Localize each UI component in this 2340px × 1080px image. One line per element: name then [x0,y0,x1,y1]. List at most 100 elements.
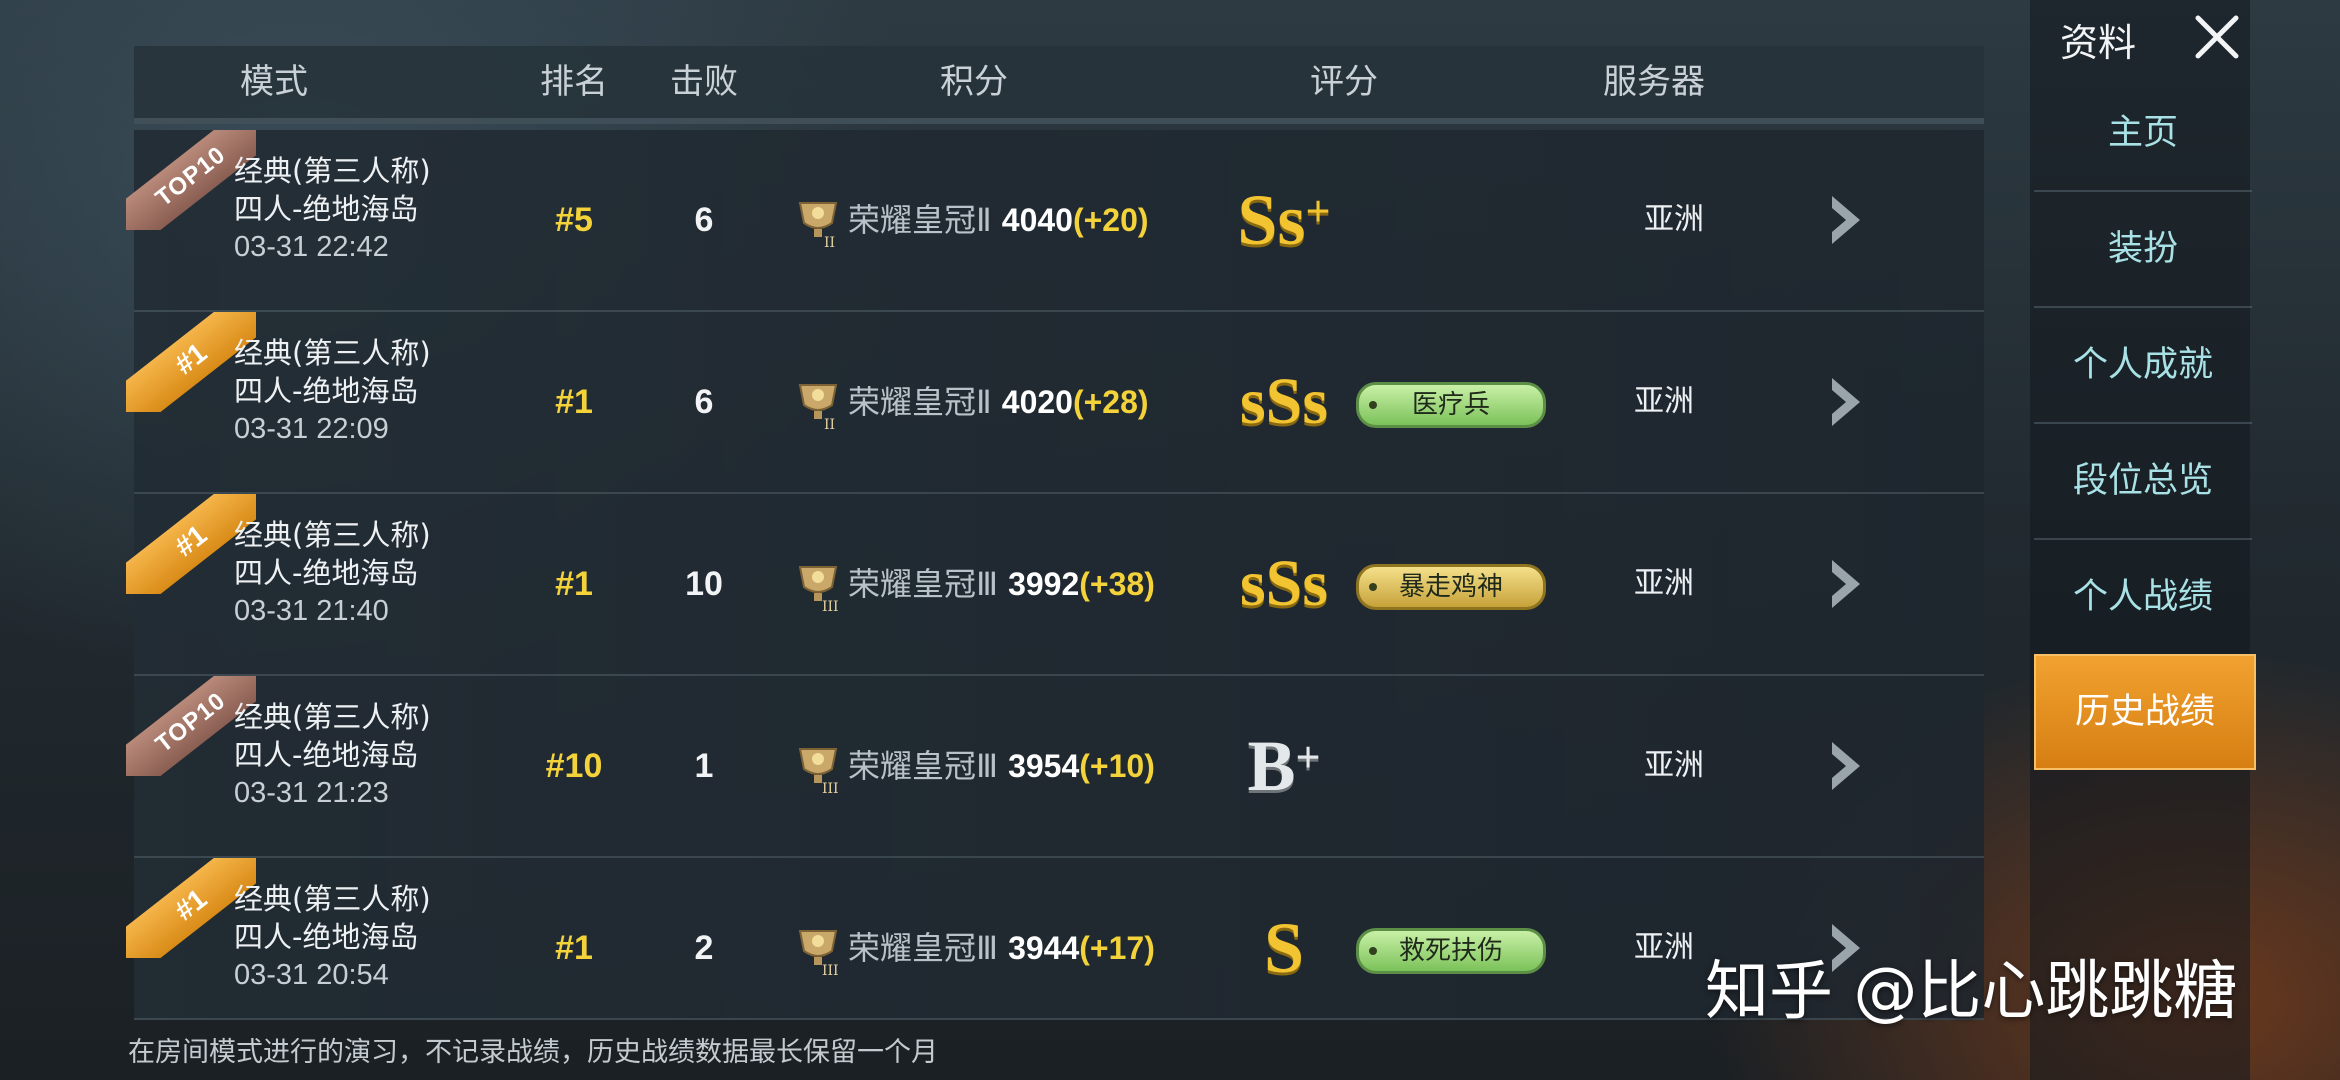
chevron-right-icon[interactable] [1814,372,1874,432]
header-kills: 击败 [670,62,738,102]
points: 3954 [1008,748,1080,784]
chevron-right-icon[interactable] [1814,190,1874,250]
points: 4020 [1001,384,1073,420]
match-score: II 荣耀皇冠Ⅱ 4020(+28) [794,312,1149,492]
badge-dot-icon [1369,583,1377,591]
match-kills: 10 [685,565,723,603]
tier-name: 荣耀皇冠Ⅱ [848,383,992,421]
grade-rating: B+ [1247,726,1321,806]
crown-trophy-icon: III [798,930,839,977]
svg-text:II: II [824,417,835,431]
svg-text:III: III [822,781,839,795]
sidebar-item-match-history[interactable]: 历史战绩 [2034,654,2256,770]
points-delta: (+20) [1072,202,1149,238]
match-rank: #1 [555,383,593,421]
sidebar-item-outfit[interactable]: 装扮 [2034,192,2252,308]
mode-perspective: 经典(第三人称) [234,336,431,370]
server-region: 亚洲 [1634,566,1694,601]
match-score: II 荣耀皇冠Ⅱ 4040(+20) [794,130,1149,310]
mode-perspective: 经典(第三人称) [234,700,431,734]
mode-perspective: 经典(第三人称) [234,154,431,188]
svg-text:III: III [822,599,839,613]
match-score: III 荣耀皇冠Ⅲ 3954(+10) [794,676,1155,856]
sidebar-item-home[interactable]: 主页 [2034,76,2252,192]
match-row[interactable]: TOP10 经典(第三人称) 四人-绝地海岛 03-31 21:23 #10 1… [126,676,1984,858]
chevron-right-icon[interactable] [1814,554,1874,614]
header-score: 积分 [940,62,1008,102]
match-mode: 经典(第三人称) 四人-绝地海岛 03-31 21:40 [234,516,431,630]
history-retention-note: 在房间模式进行的演习，不记录战绩，历史战绩数据最长保留一个月 [128,1037,938,1068]
server-region: 亚洲 [1634,384,1694,419]
match-row[interactable]: #1 经典(第三人称) 四人-绝地海岛 03-31 21:40 #1 10 II… [126,494,1984,676]
match-kills: 6 [694,201,714,239]
crown-trophy-icon: II [798,384,838,431]
match-kills: 2 [694,929,714,967]
match-mode: 经典(第三人称) 四人-绝地海岛 03-31 21:23 [234,698,431,812]
mode-map: 四人-绝地海岛 [234,556,419,590]
badge-dot-icon [1369,401,1377,409]
mode-map: 四人-绝地海岛 [234,920,419,954]
mode-perspective: 经典(第三人称) [234,882,431,916]
match-row[interactable]: TOP10 经典(第三人称) 四人-绝地海岛 03-31 22:42 #5 6 … [126,130,1984,312]
mode-map: 四人-绝地海岛 [234,192,419,226]
sidebar-item-achievements[interactable]: 个人成就 [2034,308,2252,424]
achievement-badge: 医疗兵 [1356,382,1546,428]
match-mode: 经典(第三人称) 四人-绝地海岛 03-31 20:54 [234,880,431,994]
header-rank: 排名 [540,62,608,102]
header-mode: 模式 [240,62,308,102]
chevron-right-icon[interactable] [1814,736,1874,796]
points-delta: (+28) [1072,384,1149,420]
match-kills: 1 [694,747,714,785]
table-header: 模式 排名 击败 积分 评分 服务器 [134,46,1984,124]
match-rank: #1 [555,565,593,603]
crown-trophy-icon: II [798,202,838,249]
badge-dot-icon [1369,947,1377,955]
zhihu-watermark: 知乎 @比心跳跳糖 [1705,955,2238,1029]
tier-name: 荣耀皇冠Ⅱ [848,201,992,239]
match-rank: #1 [555,929,593,967]
tier-name: 荣耀皇冠Ⅲ [848,565,999,603]
grade-rating: Ss+ [1237,180,1331,260]
achievement-badge: 救死扶伤 [1356,928,1546,974]
server-region: 亚洲 [1644,748,1704,783]
match-time: 03-31 21:40 [234,595,389,627]
match-row[interactable]: #1 经典(第三人称) 四人-绝地海岛 03-31 22:09 #1 6 II 荣… [126,312,1984,494]
sidebar-item-tier-overview[interactable]: 段位总览 [2034,424,2252,540]
match-score: III 荣耀皇冠Ⅲ 3992(+38) [794,494,1155,674]
tier-name: 荣耀皇冠Ⅲ [848,747,999,785]
crown-trophy-icon: III [798,566,839,613]
points-delta: (+10) [1079,748,1155,784]
tier-name: 荣耀皇冠Ⅲ [848,929,999,967]
match-score: III 荣耀皇冠Ⅲ 3944(+17) [794,858,1155,1038]
grade-rating: S [1263,908,1305,988]
server-region: 亚洲 [1644,202,1704,237]
achievement-badge: 暴走鸡神 [1356,564,1546,610]
match-time: 03-31 22:09 [234,413,389,445]
mode-perspective: 经典(第三人称) [234,518,431,552]
match-time: 03-31 22:42 [234,231,389,263]
grade-rating: sSs [1239,365,1329,438]
svg-text:II: II [824,235,835,249]
match-rank: #5 [555,201,593,239]
match-time: 03-31 21:23 [234,777,389,809]
crown-trophy-icon: III [798,748,839,795]
svg-text:III: III [822,963,839,977]
sidebar-title: 资料 [2060,21,2137,65]
points: 3944 [1008,930,1080,966]
mode-map: 四人-绝地海岛 [234,374,419,408]
close-icon[interactable] [2190,10,2244,64]
match-rank: #10 [545,747,603,785]
points: 3992 [1008,566,1080,602]
points: 4040 [1001,202,1073,238]
match-mode: 经典(第三人称) 四人-绝地海岛 03-31 22:42 [234,152,431,266]
mode-map: 四人-绝地海岛 [234,738,419,772]
grade-rating: sSs [1239,547,1329,620]
points-delta: (+17) [1079,930,1155,966]
match-history-table: 模式 排名 击败 积分 评分 服务器 TOP10 经典(第三人称) 四人-绝地海… [126,46,1984,1020]
header-grade: 评分 [1310,62,1378,102]
header-server: 服务器 [1603,62,1705,102]
match-mode: 经典(第三人称) 四人-绝地海岛 03-31 22:09 [234,334,431,448]
match-kills: 6 [694,383,714,421]
sidebar-item-personal-stats[interactable]: 个人战绩 [2034,540,2252,656]
points-delta: (+38) [1079,566,1155,602]
